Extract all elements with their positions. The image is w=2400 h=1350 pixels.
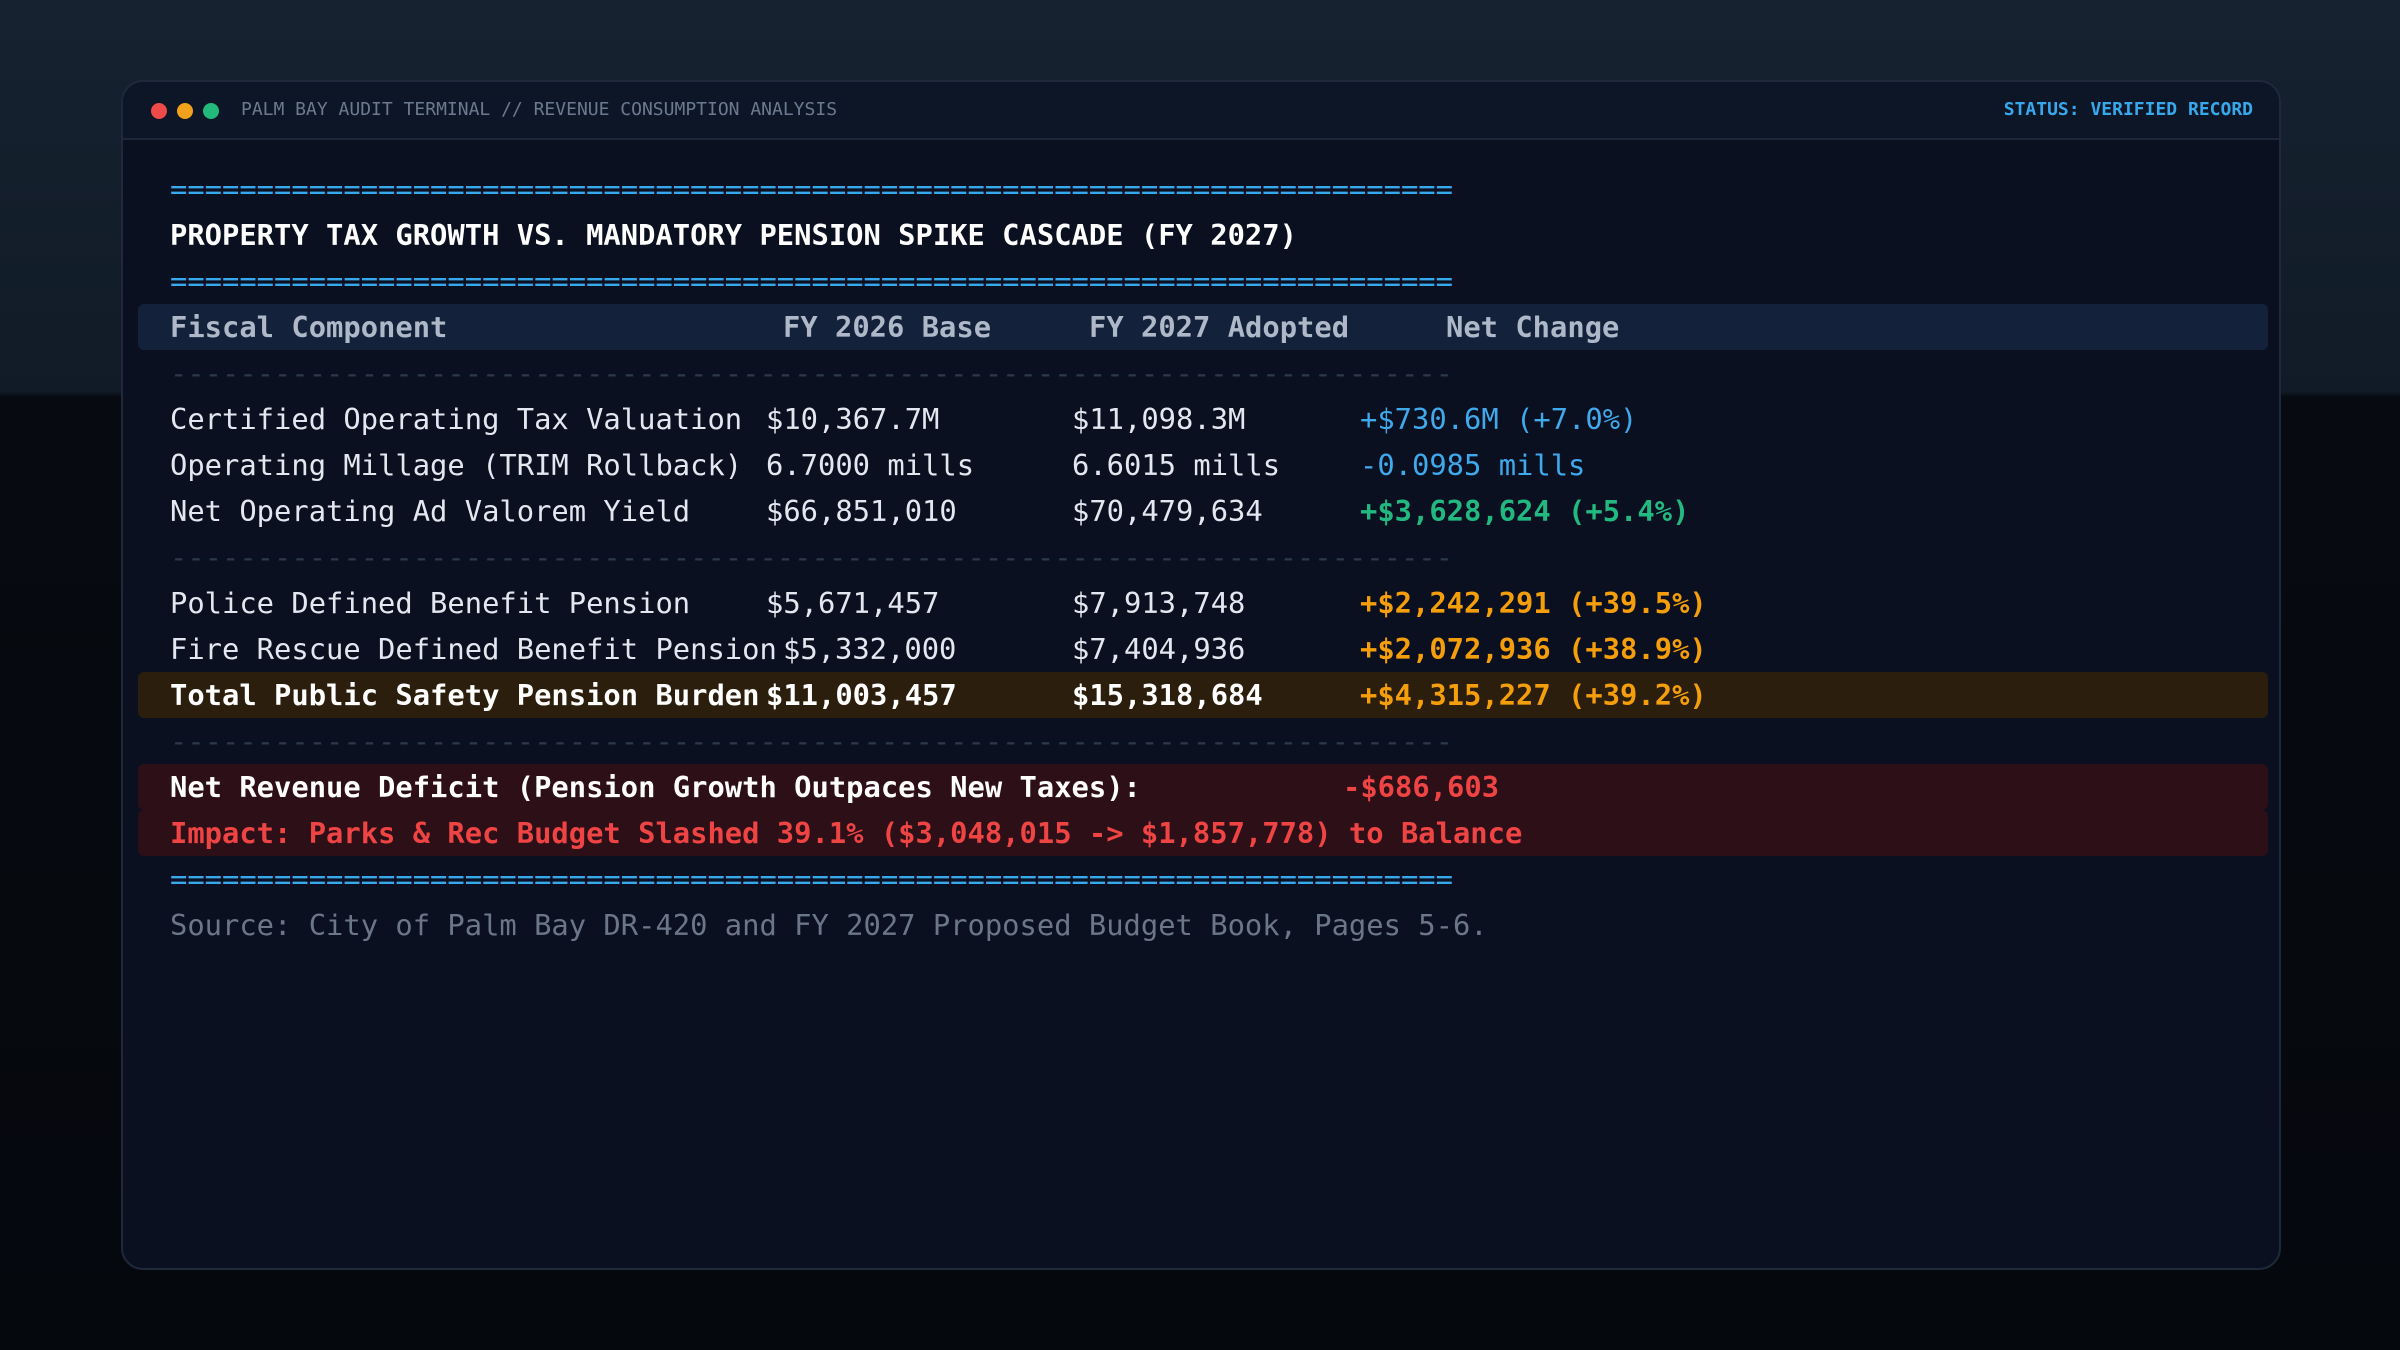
- row-base: $5,332,000: [783, 632, 957, 666]
- row-change: -0.0985 mills: [1360, 448, 1586, 482]
- deficit-row: Net Revenue Deficit (Pension Growth Outp…: [138, 764, 2268, 810]
- maximize-window-button[interactable]: [203, 103, 219, 119]
- table-row: Police Defined Benefit Pension $5,671,45…: [170, 580, 2250, 626]
- table-row: Certified Operating Tax Valuation $10,36…: [170, 396, 2250, 442]
- row-base: $10,367.7M: [766, 402, 940, 436]
- header-net-change: Net Change: [1446, 310, 1620, 344]
- row-adopted: 6.6015 mills: [1072, 448, 1281, 482]
- window-title: PALM BAY AUDIT TERMINAL // REVENUE CONSU…: [241, 99, 838, 120]
- row-base: $66,851,010: [766, 494, 957, 528]
- impact-text: Impact: Parks & Rec Budget Slashed 39.1%…: [170, 816, 1523, 850]
- table-row: Net Operating Ad Valorem Yield $66,851,0…: [170, 488, 2250, 534]
- row-change: +$3,628,624 (+5.4%): [1360, 494, 1690, 528]
- table-row: Operating Millage (TRIM Rollback) 6.7000…: [170, 442, 2250, 488]
- row-component: Fire Rescue Defined Benefit Pension: [170, 632, 777, 666]
- row-change: +$730.6M (+7.0%): [1360, 402, 1638, 436]
- row-component: Operating Millage (TRIM Rollback): [170, 448, 743, 482]
- row-adopted: $70,479,634: [1072, 494, 1263, 528]
- total-component: Total Public Safety Pension Burden: [170, 678, 760, 712]
- row-change: +$2,072,936 (+38.9%): [1360, 632, 1707, 666]
- header-fy2026-base: FY 2026 Base: [783, 310, 992, 344]
- title-bar: PALM BAY AUDIT TERMINAL // REVENUE CONSU…: [123, 82, 2279, 140]
- deficit-label: Net Revenue Deficit (Pension Growth Outp…: [170, 770, 1141, 804]
- row-change: +$2,242,291 (+39.5%): [1360, 586, 1707, 620]
- deficit-value: -$686,603: [1343, 770, 1500, 804]
- double-rule: ========================================…: [170, 172, 1453, 206]
- single-rule: ----------------------------------------…: [170, 724, 1453, 758]
- total-base: $11,003,457: [766, 678, 957, 712]
- row-component: Certified Operating Tax Valuation: [170, 402, 743, 436]
- single-rule: ----------------------------------------…: [170, 540, 1453, 574]
- impact-row: Impact: Parks & Rec Budget Slashed 39.1%…: [138, 810, 2268, 856]
- status-badge: STATUS: VERIFIED RECORD: [2003, 99, 2253, 120]
- minimize-window-button[interactable]: [177, 103, 193, 119]
- double-rule: ========================================…: [170, 264, 1453, 298]
- terminal-window: PALM BAY AUDIT TERMINAL // REVENUE CONSU…: [121, 80, 2281, 1270]
- total-change: +$4,315,227 (+39.2%): [1360, 678, 1707, 712]
- row-adopted: $7,913,748: [1072, 586, 1246, 620]
- row-adopted: $11,098.3M: [1072, 402, 1246, 436]
- double-rule: ========================================…: [170, 862, 1453, 896]
- total-adopted: $15,318,684: [1072, 678, 1263, 712]
- source-note: Source: City of Palm Bay DR-420 and FY 2…: [170, 908, 1488, 942]
- row-base: $5,671,457: [766, 586, 940, 620]
- total-row: Total Public Safety Pension Burden $11,0…: [138, 672, 2268, 718]
- row-component: Net Operating Ad Valorem Yield: [170, 494, 691, 528]
- table-row: Fire Rescue Defined Benefit Pension $5,3…: [170, 626, 2250, 672]
- single-rule: ----------------------------------------…: [170, 356, 1453, 390]
- row-base: 6.7000 mills: [766, 448, 975, 482]
- table-header: Fiscal Component FY 2026 Base FY 2027 Ad…: [138, 304, 2268, 350]
- report-title: PROPERTY TAX GROWTH VS. MANDATORY PENSIO…: [170, 218, 1297, 252]
- row-component: Police Defined Benefit Pension: [170, 586, 691, 620]
- header-fiscal-component: Fiscal Component: [170, 310, 448, 344]
- row-adopted: $7,404,936: [1072, 632, 1246, 666]
- close-window-button[interactable]: [151, 103, 167, 119]
- report-content: ========================================…: [138, 166, 2268, 948]
- header-fy2027-adopted: FY 2027 Adopted: [1089, 310, 1350, 344]
